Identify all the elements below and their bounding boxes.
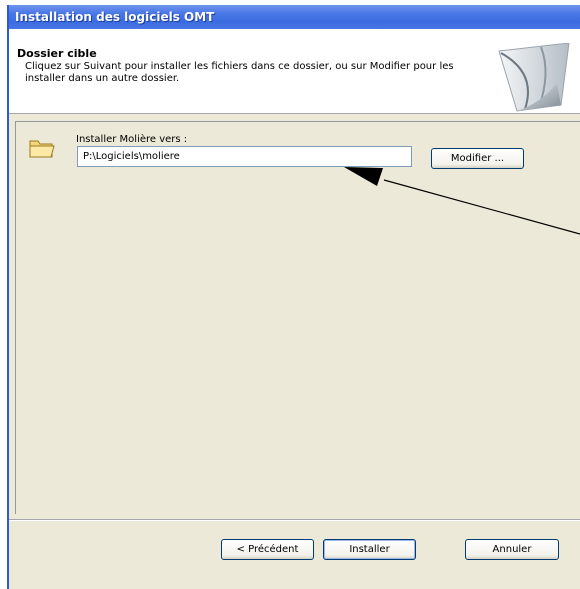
install-path-field[interactable]	[77, 146, 412, 167]
modify-button[interactable]: Modifier ...	[431, 148, 524, 169]
installer-window: Installation des logiciels OMT Dossier c…	[7, 5, 580, 589]
install-button[interactable]: Installer	[323, 539, 416, 560]
folder-icon	[29, 140, 55, 158]
window-titlebar[interactable]: Installation des logiciels OMT	[9, 5, 580, 29]
window-title: Installation des logiciels OMT	[15, 10, 215, 24]
wizard-content: Installer Molière vers : Modifier ...	[15, 121, 580, 514]
wizard-header-graphic-icon	[498, 43, 570, 112]
install-path-label: Installer Molière vers :	[76, 134, 188, 145]
previous-button[interactable]: < Précédent	[221, 539, 314, 560]
cancel-button[interactable]: Annuler	[465, 539, 559, 560]
wizard-header: Dossier cible Cliquez sur Suivant pour i…	[9, 29, 580, 114]
header-title: Dossier cible	[17, 47, 97, 60]
header-description: Cliquez sur Suivant pour installer les f…	[25, 61, 454, 84]
footer-divider-highlight	[9, 520, 580, 521]
